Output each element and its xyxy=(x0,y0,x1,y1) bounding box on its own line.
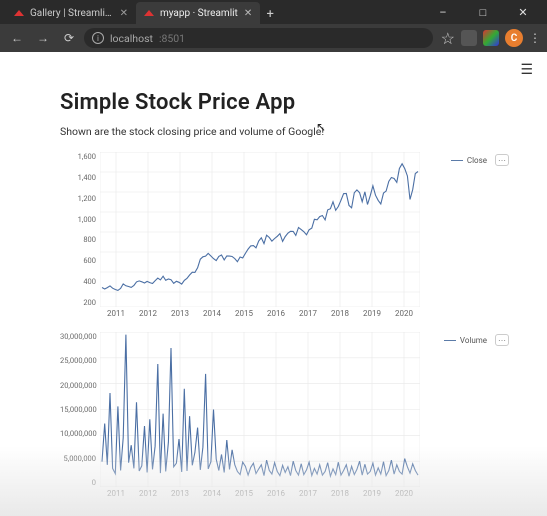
extension-icon[interactable] xyxy=(483,30,499,46)
cursor-icon: ↖ xyxy=(316,120,326,134)
address-bar: ← → ⟳ i localhost :8501 ☆ C ⋮ xyxy=(0,24,547,52)
page-title: Simple Stock Price App xyxy=(60,90,509,115)
page-content: ☰ Simple Stock Price App Shown are the s… xyxy=(0,52,547,516)
chart-legend: Volume ⋯ xyxy=(444,334,509,346)
streamlit-icon xyxy=(14,8,24,18)
chart-legend: Close ⋯ xyxy=(451,154,509,166)
menu-icon[interactable]: ⋮ xyxy=(529,31,541,45)
browser-tab[interactable]: myapp · Streamlit ✕ xyxy=(136,2,260,24)
x-axis-labels: 2011201220132014201520162017201820192020 xyxy=(100,309,420,318)
site-info-icon[interactable]: i xyxy=(92,32,104,44)
new-tab-button[interactable]: + xyxy=(260,4,280,24)
chart-plot xyxy=(100,332,420,487)
chart-close: Close ⋯ 1,6001,4001,2001,000800600400200… xyxy=(60,152,509,318)
chart-plot xyxy=(100,152,420,307)
close-icon[interactable]: ✕ xyxy=(244,8,252,19)
forward-button[interactable]: → xyxy=(32,27,54,49)
url-host: localhost xyxy=(110,32,153,45)
tab-label: Gallery | Streamlit — The fastest xyxy=(30,8,114,19)
y-axis-labels: 30,000,00025,000,00020,000,00015,000,000… xyxy=(60,332,96,487)
y-axis-labels: 1,6001,4001,2001,000800600400200 xyxy=(60,152,96,307)
legend-swatch xyxy=(444,340,456,341)
close-icon[interactable]: ✕ xyxy=(120,8,128,19)
maximize-button[interactable]: □ xyxy=(463,0,503,24)
url-input[interactable]: i localhost :8501 xyxy=(84,28,433,48)
legend-swatch xyxy=(451,160,463,161)
browser-tab[interactable]: Gallery | Streamlit — The fastest ✕ xyxy=(6,2,136,24)
url-port: :8501 xyxy=(159,32,185,45)
tab-label: myapp · Streamlit xyxy=(160,8,238,19)
reload-button[interactable]: ⟳ xyxy=(58,27,80,49)
toolbar-icons: ☆ C ⋮ xyxy=(441,29,541,48)
streamlit-icon xyxy=(144,8,154,18)
hamburger-icon[interactable]: ☰ xyxy=(520,62,533,78)
x-axis-labels: 2011201220132014201520162017201820192020 xyxy=(100,489,420,498)
legend-label: Close xyxy=(467,156,487,165)
close-window-button[interactable]: ✕ xyxy=(503,0,543,24)
chart-menu-icon[interactable]: ⋯ xyxy=(495,154,509,166)
profile-avatar[interactable]: C xyxy=(505,29,523,47)
back-button[interactable]: ← xyxy=(6,27,28,49)
extension-icon[interactable] xyxy=(461,30,477,46)
bookmark-icon[interactable]: ☆ xyxy=(441,29,455,48)
page-subtitle: Shown are the stock closing price and vo… xyxy=(60,125,509,138)
chart-menu-icon[interactable]: ⋯ xyxy=(495,334,509,346)
legend-label: Volume xyxy=(460,336,487,345)
chart-volume: Volume ⋯ 30,000,00025,000,00020,000,0001… xyxy=(60,332,509,498)
minimize-button[interactable]: – xyxy=(423,0,463,24)
